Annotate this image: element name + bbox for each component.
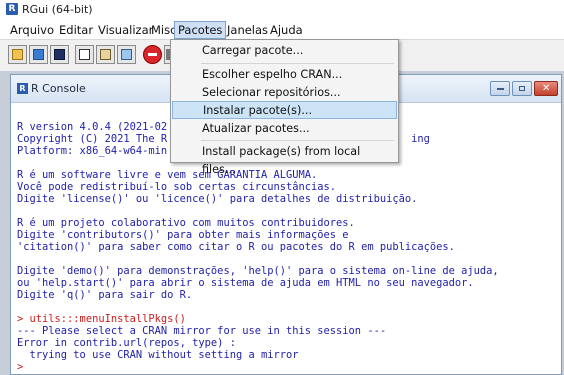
console-output-line: Digite 'demo()' para demonstrações, 'hel…: [17, 265, 499, 277]
load-workspace-icon: [33, 49, 44, 60]
close-icon: ✕: [542, 83, 551, 94]
menu-item-instalar-pacotes[interactable]: Instalar pacote(s)...: [172, 101, 397, 119]
console-output-line: Digite 'q()' para sair do R.: [17, 289, 193, 301]
menu-item-carregar-pacote[interactable]: Carregar pacote...: [172, 42, 397, 60]
copy-icon: [79, 49, 90, 60]
console-output-line: 'citation()' para saber como citar o R o…: [17, 241, 455, 253]
minimize-icon: [497, 88, 504, 90]
console-output-line: --- Please select a CRAN mirror for use …: [17, 325, 387, 337]
menu-ajuda[interactable]: Ajuda: [266, 22, 307, 38]
console-output-line: Você pode redistribuí-lo sob certas circ…: [17, 181, 337, 193]
console-title: R Console: [31, 82, 86, 95]
console-output-line: R é um projeto colaborativo com muitos c…: [17, 217, 355, 229]
stop-button[interactable]: [143, 45, 162, 64]
console-output-line: R version 4.0.4 (2021-02: [17, 121, 168, 133]
menu-item-selecionar-repositorios[interactable]: Selecionar repositórios...: [172, 84, 397, 102]
copy-paste-icon: [121, 49, 132, 60]
pacotes-dropdown-menu: Carregar pacote... Escolher espelho CRAN…: [170, 39, 399, 176]
maximize-button[interactable]: [512, 81, 532, 96]
menu-editar[interactable]: Editar: [55, 22, 97, 38]
menu-separator: [201, 140, 394, 141]
copy-button[interactable]: [75, 45, 94, 64]
console-output-line: ou 'help.start()' para abrir o sistema d…: [17, 277, 474, 289]
stop-icon: [148, 53, 157, 56]
menu-separator: [201, 63, 394, 64]
menu-pacotes[interactable]: Pacotes: [174, 21, 227, 39]
menu-item-install-from-local[interactable]: Install package(s) from local files...: [172, 143, 397, 176]
maximize-icon: [519, 86, 525, 91]
window-title: RGui (64-bit): [22, 3, 93, 16]
paste-icon: [100, 49, 111, 60]
console-output-line: Digite 'contributors()' para obter mais …: [17, 229, 349, 241]
menu-item-escolher-espelho-cran[interactable]: Escolher espelho CRAN...: [172, 66, 397, 84]
console-output-line: Digite 'license()' ou 'licence()' para d…: [17, 193, 418, 205]
save-button[interactable]: [50, 45, 69, 64]
r-logo-icon: R: [6, 3, 18, 15]
console-output-line: Platform: x86_64-w64-min: [17, 145, 168, 157]
console-command-line: > utils:::menuInstallPkgs(): [17, 313, 186, 325]
copy-paste-button[interactable]: [117, 45, 136, 64]
load-workspace-button[interactable]: [29, 45, 48, 64]
minimize-button[interactable]: [490, 81, 510, 96]
console-command-line: >: [17, 361, 24, 373]
menu-item-atualizar-pacotes[interactable]: Atualizar pacotes...: [172, 120, 397, 138]
open-script-button[interactable]: [8, 45, 27, 64]
r-console-icon: R: [17, 83, 28, 94]
menu-arquivo[interactable]: Arquivo: [6, 22, 58, 38]
console-output-line: Error in contrib.url(repos, type) :: [17, 337, 236, 349]
menu-janelas[interactable]: Janelas: [223, 22, 272, 38]
console-output-line: trying to use CRAN without setting a mir…: [17, 349, 299, 361]
paste-button[interactable]: [96, 45, 115, 64]
console-output-line: R é um software livre e vem sem GARANTIA…: [17, 169, 318, 181]
close-button[interactable]: ✕: [534, 81, 558, 96]
open-script-icon: [12, 49, 23, 60]
menu-bar: Arquivo Editar Visualizar Misc Pacotes J…: [0, 20, 564, 39]
save-icon: [54, 49, 65, 60]
title-bar: R RGui (64-bit): [0, 0, 564, 20]
